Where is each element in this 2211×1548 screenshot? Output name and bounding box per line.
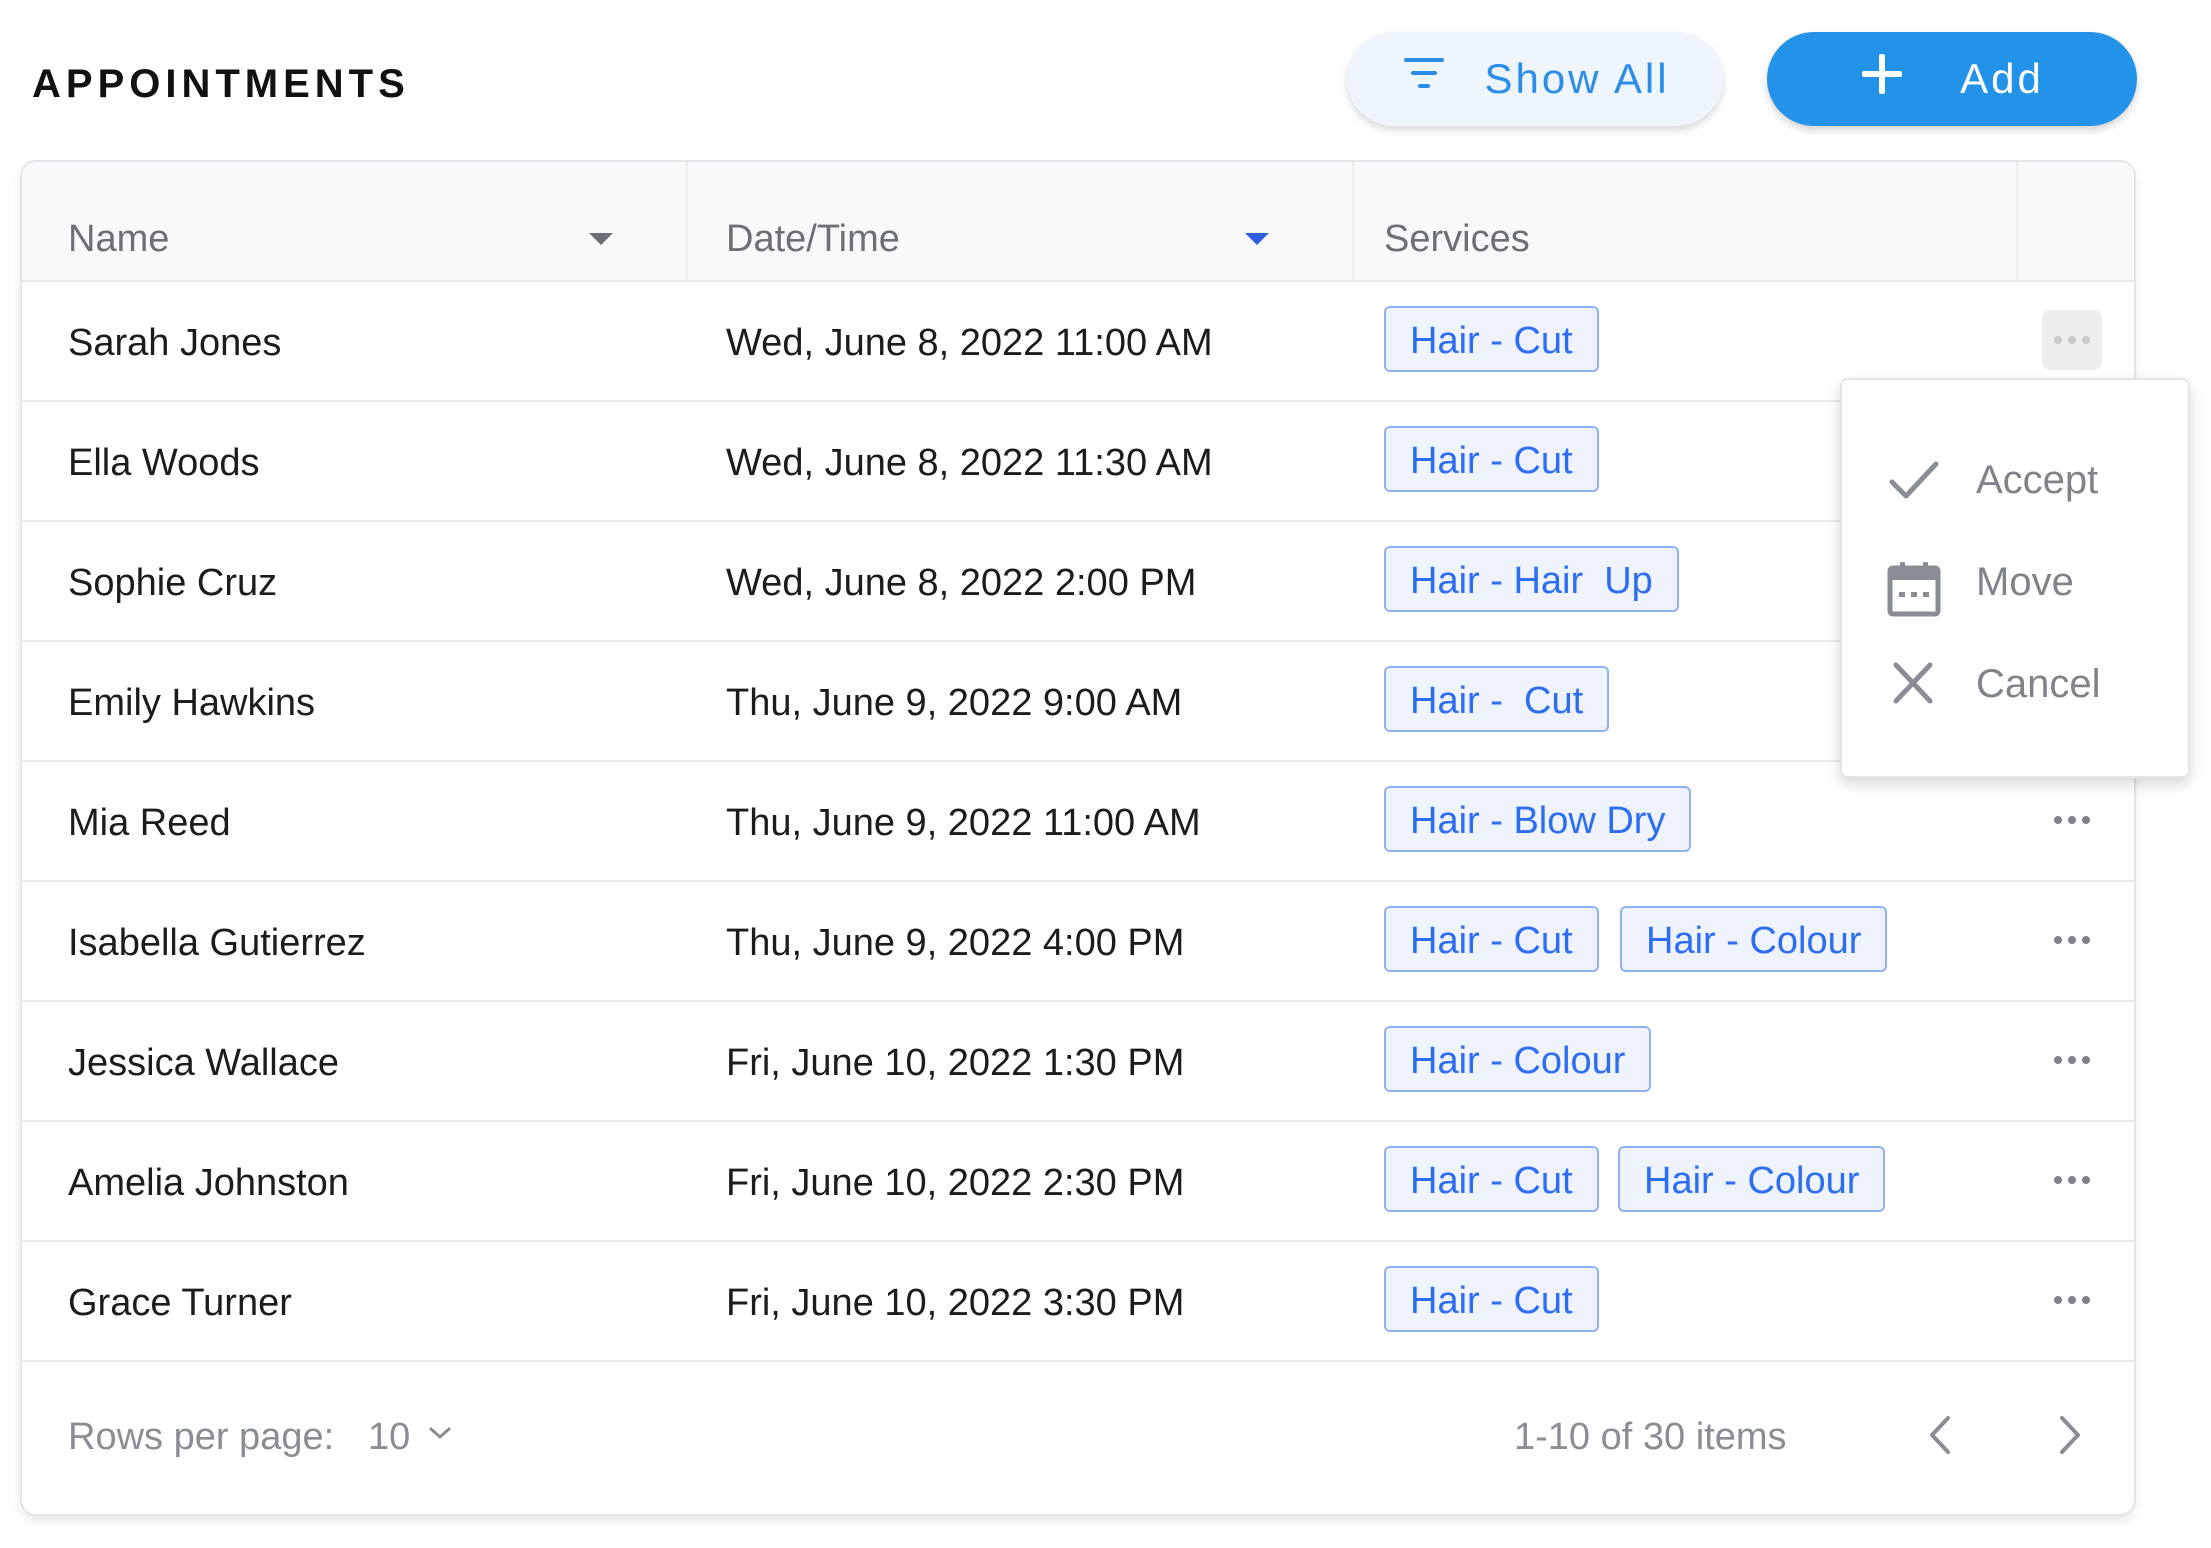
rows-per-page-value: 10 xyxy=(368,1416,411,1458)
more-horizontal-icon xyxy=(2054,936,2090,944)
appointments-table: Name Date/Time Services Sarah Jones Wed,… xyxy=(20,160,2136,1516)
add-label: Add xyxy=(1960,55,2044,102)
datetime-cell: Thu, June 9, 2022 11:00 AM xyxy=(726,802,1201,844)
name-cell: Ella Woods xyxy=(68,442,260,484)
sort-caret-down-icon-active[interactable] xyxy=(1244,232,1270,251)
datetime-cell: Thu, June 9, 2022 4:00 PM xyxy=(726,922,1185,964)
more-actions-button[interactable] xyxy=(2042,1030,2102,1090)
datetime-cell: Thu, June 9, 2022 9:00 AM xyxy=(726,682,1183,724)
calendar-icon xyxy=(1886,560,1942,625)
name-cell: Amelia Johnston xyxy=(68,1162,349,1204)
table-row: Sarah Jones Wed, June 8, 2022 11:00 AM H… xyxy=(22,282,2134,402)
more-actions-button[interactable] xyxy=(2042,910,2102,970)
more-actions-button[interactable] xyxy=(2042,310,2102,370)
service-tag[interactable]: Hair - Cut xyxy=(1384,1266,1599,1332)
datetime-cell: Wed, June 8, 2022 11:00 AM xyxy=(726,322,1213,364)
close-icon xyxy=(1886,662,1942,711)
rows-per-page-label: Rows per page: xyxy=(68,1416,335,1458)
service-tag[interactable]: Hair - Colour xyxy=(1618,1146,1886,1212)
table-row: Sophie Cruz Wed, June 8, 2022 2:00 PM Ha… xyxy=(22,522,2134,642)
column-header-datetime[interactable]: Date/Time xyxy=(726,218,900,261)
more-horizontal-icon xyxy=(2054,336,2090,344)
table-row: Ella Woods Wed, June 8, 2022 11:30 AM Ha… xyxy=(22,402,2134,522)
chevron-left-icon xyxy=(1930,1416,1950,1454)
table-row: Isabella Gutierrez Thu, June 9, 2022 4:0… xyxy=(22,882,2134,1002)
more-horizontal-icon xyxy=(2054,1296,2090,1304)
more-horizontal-icon xyxy=(2054,1056,2090,1064)
table-row: Jessica Wallace Fri, June 10, 2022 1:30 … xyxy=(22,1002,2134,1122)
service-tag[interactable]: Hair - Colour xyxy=(1620,906,1888,972)
column-divider xyxy=(686,162,688,280)
table-row: Mia Reed Thu, June 9, 2022 11:00 AM Hair… xyxy=(22,762,2134,882)
table-row: Grace Turner Fri, June 10, 2022 3:30 PM … xyxy=(22,1242,2134,1362)
table-footer: Rows per page: 10 1-10 of 30 items xyxy=(22,1356,2134,1512)
name-cell: Sophie Cruz xyxy=(68,562,278,604)
sort-caret-down-icon[interactable] xyxy=(588,232,614,251)
next-page-button[interactable] xyxy=(2056,1414,2084,1461)
datetime-cell: Fri, June 10, 2022 1:30 PM xyxy=(726,1042,1185,1084)
row-actions-menu: Accept Move Cancel xyxy=(1840,378,2190,778)
show-all-button[interactable]: Show All xyxy=(1347,32,1723,126)
name-cell: Emily Hawkins xyxy=(68,682,316,724)
name-cell: Isabella Gutierrez xyxy=(68,922,366,964)
service-tag[interactable]: Hair - Hair Up xyxy=(1384,546,1679,612)
more-horizontal-icon xyxy=(2054,1176,2090,1184)
filter-icon xyxy=(1400,54,1448,104)
service-tag[interactable]: Hair - Cut xyxy=(1384,1146,1599,1212)
name-cell: Mia Reed xyxy=(68,802,231,844)
service-tag[interactable]: Hair - Cut xyxy=(1384,666,1610,732)
table-header: Name Date/Time Services xyxy=(22,162,2134,282)
datetime-cell: Wed, June 8, 2022 11:30 AM xyxy=(726,442,1213,484)
name-cell: Jessica Wallace xyxy=(68,1042,340,1084)
more-horizontal-icon xyxy=(2054,816,2090,824)
service-tag[interactable]: Hair - Blow Dry xyxy=(1384,786,1692,852)
name-cell: Grace Turner xyxy=(68,1282,292,1324)
rows-per-page-select[interactable]: 10 xyxy=(368,1412,451,1462)
datetime-cell: Fri, June 10, 2022 2:30 PM xyxy=(726,1162,1185,1204)
more-actions-button[interactable] xyxy=(2042,790,2102,850)
table-row: Amelia Johnston Fri, June 10, 2022 2:30 … xyxy=(22,1122,2134,1242)
datetime-cell: Wed, June 8, 2022 2:00 PM xyxy=(726,562,1197,604)
menu-item-cancel[interactable]: Cancel xyxy=(1842,644,2188,724)
menu-item-move[interactable]: Move xyxy=(1842,542,2188,622)
more-actions-button[interactable] xyxy=(2042,1150,2102,1210)
datetime-cell: Fri, June 10, 2022 3:30 PM xyxy=(726,1282,1185,1324)
menu-item-label: Accept xyxy=(1976,458,2099,502)
service-tag[interactable]: Hair - Colour xyxy=(1384,1026,1652,1092)
pagination-range: 1-10 of 30 items xyxy=(1514,1416,1787,1458)
add-button[interactable]: Add xyxy=(1767,32,2137,126)
check-icon xyxy=(1886,458,1942,507)
prev-page-button[interactable] xyxy=(1926,1414,1954,1461)
column-header-name[interactable]: Name xyxy=(68,218,169,261)
service-tag[interactable]: Hair - Cut xyxy=(1384,426,1599,492)
menu-item-label: Cancel xyxy=(1976,662,2101,706)
menu-item-label: Move xyxy=(1976,560,2074,604)
column-header-services: Services xyxy=(1384,218,1530,260)
service-tag[interactable]: Hair - Cut xyxy=(1384,306,1599,372)
more-actions-button[interactable] xyxy=(2042,1270,2102,1330)
chevron-down-icon xyxy=(428,1426,452,1445)
plus-icon xyxy=(1860,52,1904,106)
menu-item-accept[interactable]: Accept xyxy=(1842,440,2188,520)
table-row: Emily Hawkins Thu, June 9, 2022 9:00 AM … xyxy=(22,642,2134,762)
column-divider xyxy=(2016,162,2018,280)
service-tag[interactable]: Hair - Cut xyxy=(1384,906,1599,972)
show-all-label: Show All xyxy=(1484,55,1670,102)
page-title: APPOINTMENTS xyxy=(32,62,410,106)
column-divider xyxy=(1352,162,1354,280)
name-cell: Sarah Jones xyxy=(68,322,282,364)
chevron-right-icon xyxy=(2060,1416,2080,1454)
